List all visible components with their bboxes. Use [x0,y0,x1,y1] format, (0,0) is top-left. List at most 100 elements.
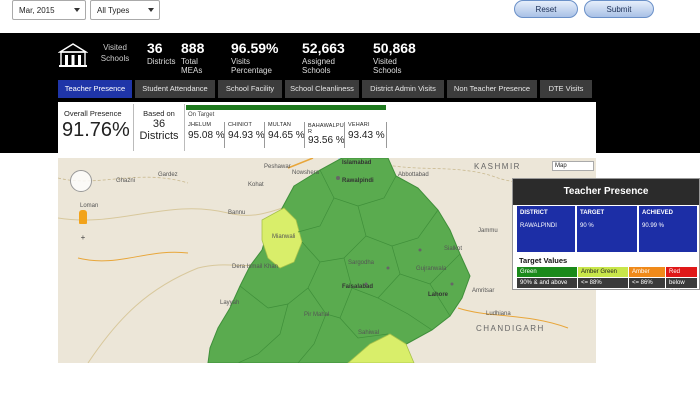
divider [264,122,265,148]
legend-achieved-header: ACHIEVED [642,210,674,216]
legend-target-value: 90 % [580,223,594,229]
tab-student-attendance[interactable]: Student Attendance [135,80,215,98]
street-view-icon[interactable] [79,210,87,224]
district-percent: 95.08 % [188,130,225,141]
on-target-bar [186,105,386,110]
stat-districts: 36 Districts [147,40,175,66]
overall-presence-value: 91.76% [62,119,130,141]
chevron-down-icon [148,8,154,12]
divider [224,122,225,148]
map-label-pir-mahal: Pir Mahal [304,312,330,318]
map-label-jammu: Jammu [478,228,498,234]
level-green-desc: 90% & and above [517,278,577,288]
tab-school-cleanliness[interactable]: School Cleanliness [285,80,359,98]
level-amber-desc: <= 86% [629,278,665,288]
chevron-down-icon [74,8,80,12]
legend-district-col: DISTRICT RAWALPINDI [517,206,575,252]
tab-non-teacher-presence[interactable]: Non Teacher Presence [447,80,537,98]
map-label-bannu: Bannu [228,210,246,216]
map-label-mianwali: Mianwali [272,234,296,240]
map-label-islamabad: Islamabad [342,160,372,166]
stat-total-meas: 888 Total MEAs [181,40,204,75]
district-vehari: VEHARI 93.43 % [348,122,385,141]
type-select[interactable]: All Types [90,0,160,20]
district-multan: MULTAN 94.65 % [268,122,305,141]
overall-presence-label: Overall Presence [64,109,122,118]
submit-button[interactable]: Submit [584,0,654,18]
map-label-dera-ismail: Dera Ismail Khan [232,264,279,270]
tab-dte-visits[interactable]: DTE Visits [540,80,592,98]
stat-label: Assigned Schools [302,57,335,75]
map-label-sahiwal: Sahiwal [358,330,380,336]
type-select-value: All Types [97,6,130,15]
overview-panel: Overall Presence 91.76% Based on 36 Dist… [58,102,596,153]
zoom-in-button[interactable]: + [79,234,87,242]
legend-achieved-col: ACHIEVED 90.99 % [639,206,697,252]
on-target-label: On Target [188,112,215,118]
legend-district-value: RAWALPINDI [520,223,557,229]
district-percent: 93.43 % [348,130,385,141]
level-red-desc: below 86% [666,278,697,296]
reset-button[interactable]: Reset [514,0,578,18]
map-label-ludhiana: Ludhiana [486,311,511,317]
stat-value: 50,868 [373,40,416,56]
map-label-kohat: Kohat [248,182,264,188]
stat-label: Visited Schools [373,57,402,75]
school-icon [58,43,88,67]
map-label-gujranwala: Gujranwala [416,266,447,272]
level-amber: Amber [629,267,665,277]
month-select-value: Mar, 2015 [19,6,55,15]
stat-value: 36 [147,40,163,56]
stat-value: 96.59% [231,40,279,56]
tab-school-facility[interactable]: School Facility [218,80,282,98]
district-name: VEHARI [348,122,370,128]
based-on-block: Based on 36 Districts [136,109,182,142]
district-percent: 94.65 % [268,130,305,141]
map-label-amritsar: Amritsar [472,288,495,294]
month-select[interactable]: Mar, 2015 [12,0,86,20]
map-pan-control[interactable] [70,170,92,192]
district-jhelum: JHELUM 95.08 % [188,122,225,141]
level-amber-green-desc: <= 88% [578,278,628,288]
legend-target-col: TARGET 90 % [577,206,637,252]
level-red: Red [666,267,697,277]
divider [344,122,345,148]
map-label-gardez: Gardez [158,172,178,178]
map-label-sialkot: Sialkot [444,246,463,252]
map-label-loman: Loman [80,203,99,209]
divider [386,122,387,148]
district-name: MULTAN [268,122,291,128]
visited-schools-caption: Visited Schools [100,43,130,63]
map-label-abbottabad: Abbottabad [398,172,429,178]
district-name: BAHAWALPU R [308,123,344,135]
teacher-presence-legend: Teacher Presence DISTRICT RAWALPINDI TAR… [512,178,700,296]
district-percent: 94.93 % [228,130,265,141]
tab-district-admin-visits[interactable]: District Admin Visits [362,80,444,98]
map-type-button[interactable]: Map [552,161,594,171]
divider [184,104,185,151]
based-on-count: 36 [152,118,166,130]
based-on-unit: Districts [139,130,179,142]
map-label-kashmir: KASHMIR [474,162,521,171]
stat-value: 52,663 [302,40,345,56]
district-name: JHELUM [188,122,212,128]
district-percent: 93.56 % [308,135,345,146]
stat-label: Visits Percentage [231,57,272,75]
filter-bar: Mar, 2015 All Types Reset Submit [0,0,700,32]
map-label-chandigarh: CHANDIGARH [476,324,545,333]
stat-label: Districts [147,57,176,66]
target-values-title: Target Values [519,256,568,265]
legend-district-header: DISTRICT [520,210,548,216]
map-label-sargodha: Sargodha [348,260,375,266]
map-label-lahore: Lahore [428,292,449,298]
tab-teacher-presence[interactable]: Teacher Presence [58,80,132,98]
stat-assigned-schools: 52,663 Assigned Schools [302,40,345,75]
legend-target-header: TARGET [580,210,605,216]
level-green: Green [517,267,577,277]
based-on-label: Based on [143,109,175,118]
map-label-layyah: Layyah [220,300,240,306]
district-chiniot: CHINIOT 94.93 % [228,122,265,141]
legend-title: Teacher Presence [513,179,699,205]
map-label-nowshera: Nowshera [292,170,320,176]
stat-visits-percentage: 96.59% Visits Percentage [231,40,278,75]
